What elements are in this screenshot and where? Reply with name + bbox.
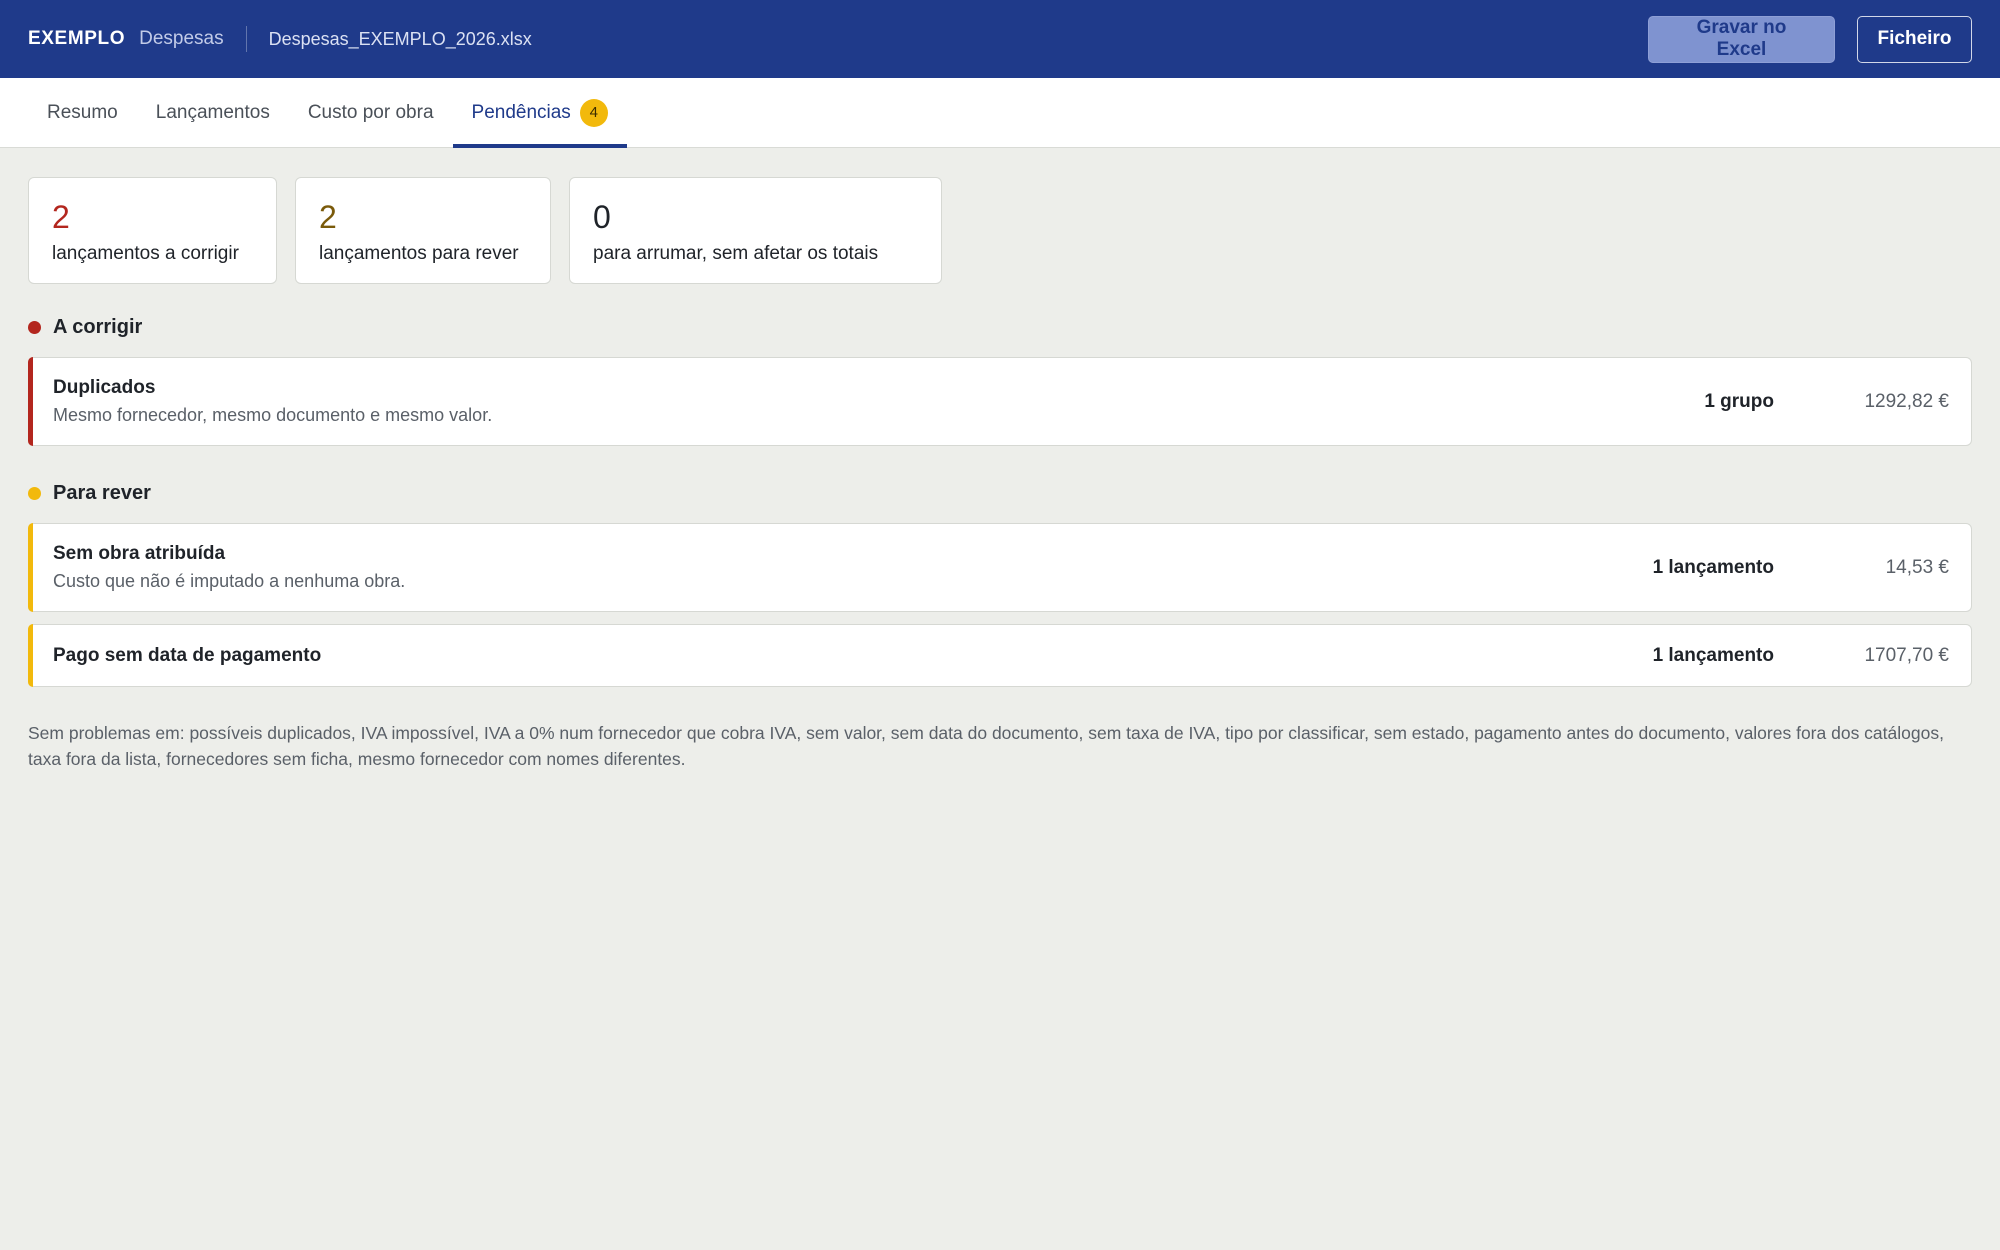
- file-name: Despesas_EXEMPLO_2026.xlsx: [268, 28, 532, 49]
- no-issues-note: Sem problemas em: possíveis duplicados, …: [28, 723, 1944, 769]
- tab-lancamentos[interactable]: Lançamentos: [137, 78, 289, 147]
- issue-amount: 1292,82 €: [1864, 390, 1949, 412]
- tab-pendencias[interactable]: Pendências 4: [452, 78, 628, 148]
- issue-title: Duplicados: [53, 377, 156, 398]
- stat-card-to-review: 2 lançamentos para rever: [295, 177, 551, 284]
- file-menu-button[interactable]: Ficheiro: [1857, 15, 1972, 63]
- stat-label: lançamentos a corrigir: [52, 243, 239, 264]
- issue-title: Sem obra atribuída: [53, 543, 226, 564]
- stat-value: 0: [593, 199, 611, 235]
- issue-row-duplicados[interactable]: Duplicados Mesmo fornecedor, mesmo docum…: [28, 357, 1972, 446]
- stat-value: 2: [319, 199, 337, 235]
- issue-row-pago-sem-data[interactable]: Pago sem data de pagamento 1 lançamento …: [28, 624, 1972, 687]
- tab-custo-por-obra[interactable]: Custo por obra: [289, 78, 453, 147]
- brand-logo: EXEMPLO: [28, 28, 126, 49]
- app-name: Despesas: [139, 28, 224, 49]
- section-heading-fix: A corrigir: [28, 316, 1972, 339]
- issue-title: Pago sem data de pagamento: [53, 644, 322, 666]
- pending-count-badge: 4: [579, 98, 608, 127]
- stat-card-to-fix: 2 lançamentos a corrigir: [28, 177, 277, 284]
- issue-row-sem-obra[interactable]: Sem obra atribuída Custo que não é imput…: [28, 523, 1972, 612]
- issue-count: 1 lançamento: [1652, 556, 1774, 578]
- save-to-excel-button[interactable]: Gravar no Excel: [1648, 15, 1835, 63]
- section-heading-review: Para rever: [28, 482, 1972, 505]
- issue-amount: 14,53 €: [1885, 556, 1949, 578]
- issue-description: Custo que não é imputado a nenhuma obra.: [53, 571, 406, 591]
- top-bar: EXEMPLO Despesas Despesas_EXEMPLO_2026.x…: [0, 0, 2000, 78]
- section-title: Para rever: [53, 482, 151, 504]
- tab-label: Lançamentos: [155, 101, 270, 123]
- red-status-dot: [28, 321, 41, 334]
- yellow-status-dot: [28, 487, 41, 500]
- tab-bar: Resumo Lançamentos Custo por obra Pendên…: [0, 78, 2000, 148]
- stat-card-to-tidy: 0 para arrumar, sem afetar os totais: [569, 177, 942, 284]
- section-title: A corrigir: [53, 316, 143, 338]
- issue-count: 1 lançamento: [1652, 644, 1774, 666]
- tab-label: Resumo: [47, 101, 118, 123]
- issue-count: 1 grupo: [1704, 390, 1774, 412]
- stat-label: lançamentos para rever: [319, 243, 519, 264]
- header-divider: [245, 26, 247, 52]
- main-content: 2 lançamentos a corrigir 2 lançamentos p…: [0, 148, 2000, 772]
- stats-row: 2 lançamentos a corrigir 2 lançamentos p…: [28, 177, 1972, 284]
- stat-label: para arrumar, sem afetar os totais: [593, 243, 879, 264]
- issue-amount: 1707,70 €: [1864, 644, 1949, 666]
- tab-label: Custo por obra: [307, 101, 434, 123]
- stat-value: 2: [52, 199, 70, 235]
- tab-resumo[interactable]: Resumo: [28, 78, 137, 147]
- issue-description: Mesmo fornecedor, mesmo documento e mesm…: [53, 405, 493, 425]
- tab-label: Pendências: [471, 101, 571, 123]
